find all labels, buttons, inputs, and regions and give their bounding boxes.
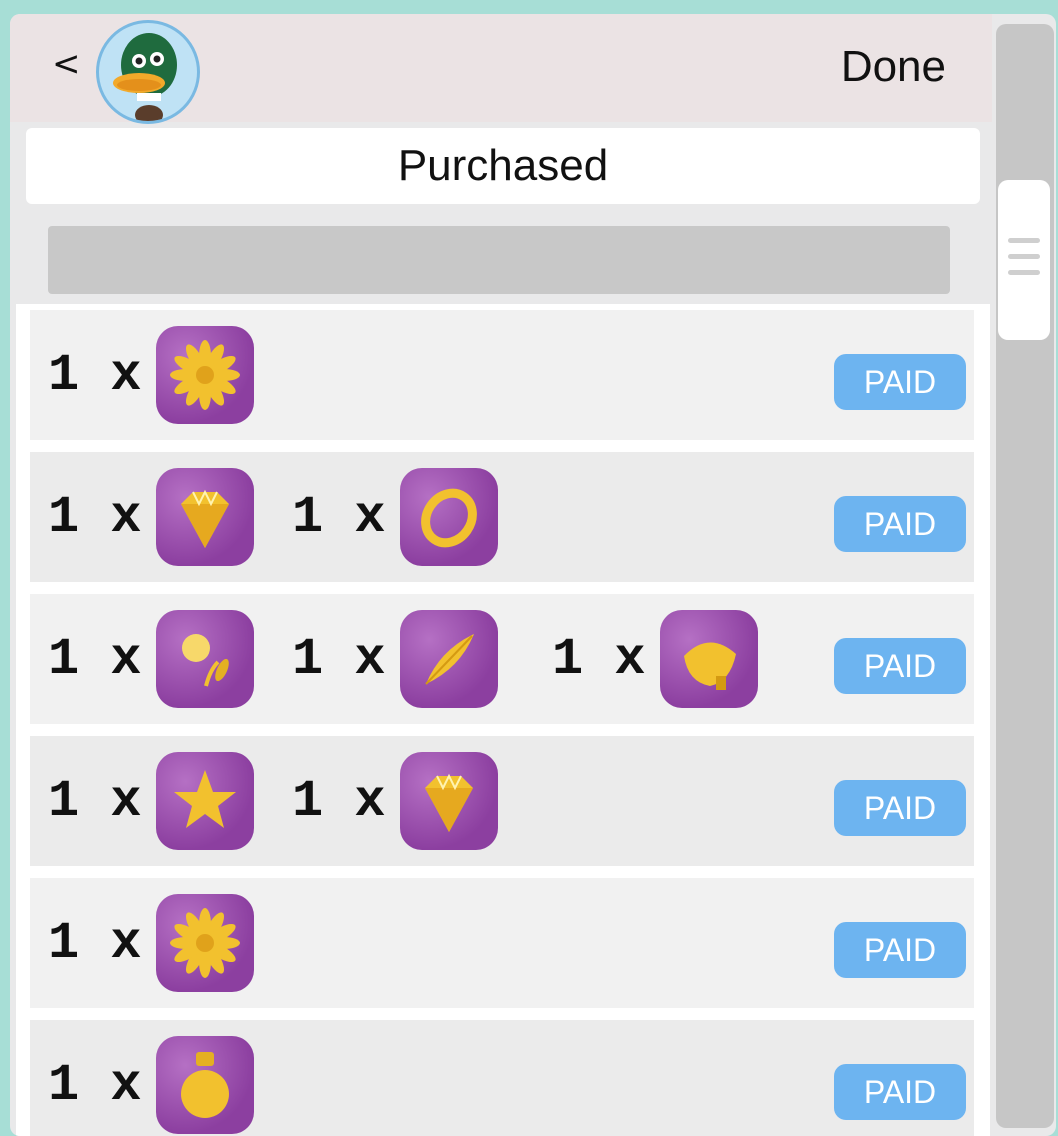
acorn-icon bbox=[683, 642, 736, 690]
star-icon bbox=[173, 770, 236, 828]
dandelion-icon bbox=[181, 634, 229, 687]
purchase-row: 1 x PAID bbox=[30, 878, 974, 1008]
item-quantity: 1 x bbox=[552, 629, 646, 689]
star-item-tile[interactable] bbox=[155, 752, 254, 850]
gem-item-tile[interactable] bbox=[399, 752, 498, 850]
done-button[interactable]: Done bbox=[841, 42, 946, 92]
purchase-list: 1 x PAID 1 x 1 x PAID 1 x 1 x 1 x PAID 1 x 1 x PAID… bbox=[16, 304, 990, 1136]
ring-icon bbox=[420, 488, 477, 548]
purchase-item: 1 x bbox=[48, 452, 254, 582]
gem-icon bbox=[180, 489, 229, 548]
purchase-item: 1 x bbox=[48, 1020, 254, 1136]
purchase-item: 1 x bbox=[292, 736, 498, 866]
purchase-item: 1 x bbox=[48, 736, 254, 866]
back-button[interactable]: < bbox=[52, 44, 81, 84]
purchased-panel: < Done Purchased 1 x PAID 1 x1 x PAID 1 x1 x… bbox=[10, 14, 1056, 1136]
paid-badge[interactable]: PAID bbox=[834, 780, 966, 836]
purchase-row: 1 x 1 x PAID bbox=[30, 736, 974, 866]
feather-icon bbox=[424, 634, 474, 685]
search-bar[interactable] bbox=[48, 226, 950, 294]
grip-line bbox=[1008, 238, 1040, 243]
sunflower-item-tile[interactable] bbox=[155, 326, 254, 424]
duck-icon bbox=[113, 33, 177, 121]
purchase-row: 1 x PAID bbox=[30, 310, 974, 440]
purchase-row: 1 x 1 x PAID bbox=[30, 452, 974, 582]
paid-badge[interactable]: PAID bbox=[834, 638, 966, 694]
purchase-item: 1 x bbox=[48, 310, 254, 440]
page-title: Purchased bbox=[26, 128, 980, 204]
purchase-row: 1 x 1 x 1 x PAID bbox=[30, 594, 974, 724]
item-quantity: 1 x bbox=[292, 771, 386, 831]
potion-icon bbox=[180, 1052, 229, 1118]
gem-icon bbox=[424, 773, 473, 832]
feather-item-tile[interactable] bbox=[399, 610, 498, 708]
purchase-item: 1 x bbox=[552, 594, 758, 724]
ring-item-tile[interactable] bbox=[399, 468, 498, 566]
purchase-row: 1 x PAID bbox=[30, 1020, 974, 1136]
sunflower-item-tile[interactable] bbox=[155, 894, 254, 992]
item-quantity: 1 x bbox=[48, 771, 142, 831]
grip-line bbox=[1008, 270, 1040, 275]
purchase-item: 1 x bbox=[48, 594, 254, 724]
purchase-item: 1 x bbox=[292, 452, 498, 582]
scrollbar-thumb[interactable] bbox=[998, 180, 1050, 340]
dandelion-item-tile[interactable] bbox=[155, 610, 254, 708]
header: < Done bbox=[10, 14, 992, 124]
item-quantity: 1 x bbox=[48, 487, 142, 547]
scrollbar-track[interactable] bbox=[996, 24, 1054, 1128]
item-quantity: 1 x bbox=[48, 913, 142, 973]
acorn-item-tile[interactable] bbox=[659, 610, 758, 708]
gem-item-tile[interactable] bbox=[155, 468, 254, 566]
paid-badge[interactable]: PAID bbox=[834, 1064, 966, 1120]
paid-badge[interactable]: PAID bbox=[834, 496, 966, 552]
duck-avatar bbox=[96, 20, 200, 124]
item-quantity: 1 x bbox=[292, 629, 386, 689]
grip-line bbox=[1008, 254, 1040, 259]
item-quantity: 1 x bbox=[292, 487, 386, 547]
potion-item-tile[interactable] bbox=[155, 1036, 254, 1134]
paid-badge[interactable]: PAID bbox=[834, 354, 966, 410]
sunflower-icon bbox=[169, 908, 240, 978]
item-quantity: 1 x bbox=[48, 629, 142, 689]
purchase-item: 1 x bbox=[292, 594, 498, 724]
paid-badge[interactable]: PAID bbox=[834, 922, 966, 978]
sunflower-icon bbox=[169, 340, 240, 410]
item-quantity: 1 x bbox=[48, 345, 142, 405]
purchase-item: 1 x bbox=[48, 878, 254, 1008]
item-quantity: 1 x bbox=[48, 1055, 142, 1115]
